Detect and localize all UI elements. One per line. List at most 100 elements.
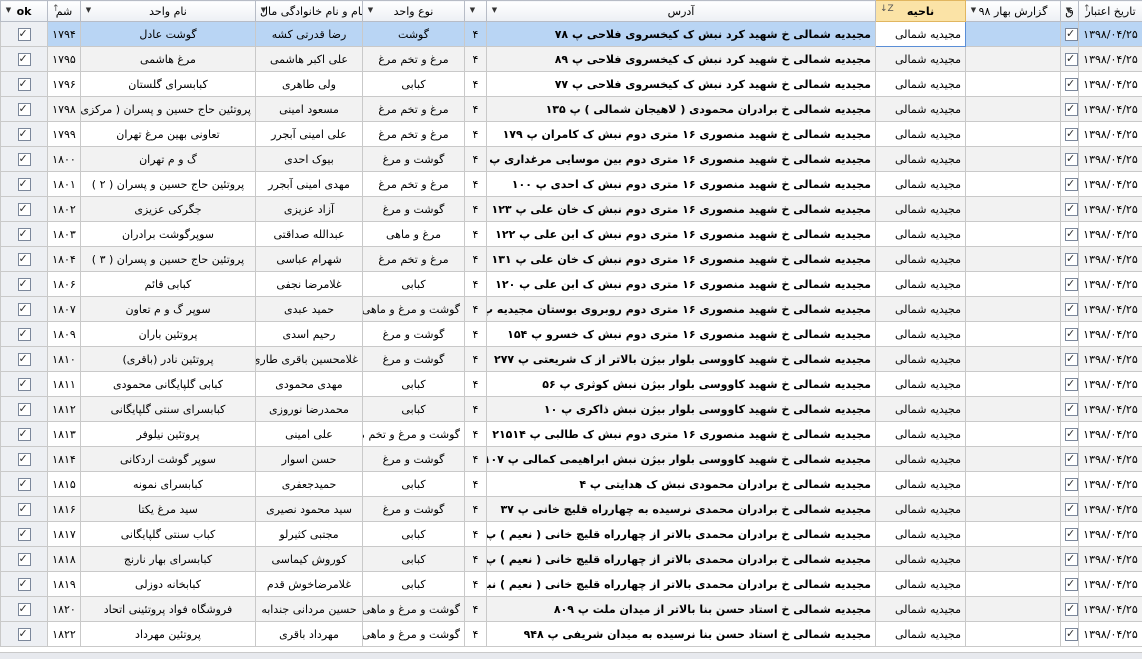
- column-header-address[interactable]: ▼ آدرس: [486, 0, 876, 22]
- checkbox-checked-icon[interactable]: [17, 127, 31, 141]
- type-cell[interactable]: مرغ و تخم مرغ: [362, 96, 465, 122]
- q-cell[interactable]: [1060, 496, 1079, 522]
- owner-cell[interactable]: بیوک احدی: [255, 146, 363, 172]
- nahie-cell[interactable]: مجیدیه شمالی: [875, 121, 966, 147]
- table-row[interactable]: ۱۷۹۴گوشت عادلرضا قدرتی کشهگوشت۴مجیدیه شم…: [0, 21, 1142, 47]
- date-cell[interactable]: ۱۳۹۸/۰۴/۲۵: [1078, 596, 1142, 622]
- q-cell[interactable]: [1060, 596, 1079, 622]
- date-cell[interactable]: ۱۳۹۸/۰۴/۲۵: [1078, 246, 1142, 272]
- id-cell[interactable]: ۱۸۱۱: [47, 371, 81, 397]
- chevron-down-icon[interactable]: ▼: [1064, 5, 1073, 16]
- address-cell[interactable]: مجیدیه شمالی خ شهید منصوری ۱۶ متری دوم ن…: [486, 421, 876, 447]
- count-cell[interactable]: ۴: [464, 271, 487, 297]
- address-cell[interactable]: مجیدیه شمالی خ شهید منصوری ۱۶ متری دوم ن…: [486, 271, 876, 297]
- count-cell[interactable]: ۴: [464, 371, 487, 397]
- unit-name-cell[interactable]: کبابسرای سنتی گلپایگانی: [80, 396, 256, 422]
- unit-name-cell[interactable]: گوشت عادل: [80, 21, 256, 47]
- table-row[interactable]: ۱۸۰۳سوپرگوشت برادرانعبدالله صداقتیمرغ و …: [0, 221, 1142, 247]
- nahie-cell[interactable]: مجیدیه شمالی: [875, 321, 966, 347]
- address-cell[interactable]: مجیدیه شمالی خ برادران محمدی بالاتر از چ…: [486, 521, 876, 547]
- id-cell[interactable]: ۱۸۲۲: [47, 621, 81, 647]
- address-cell[interactable]: مجیدیه شمالی خ شهید کاووسی بلوار بیژن نب…: [486, 446, 876, 472]
- address-cell[interactable]: مجیدیه شمالی خ شهید منصوری ۱۶ متری دوم ن…: [486, 196, 876, 222]
- table-row[interactable]: ۱۸۱۴سوپر گوشت اردکانیحسن اسوارگوشت و مرغ…: [0, 446, 1142, 472]
- checkbox-checked-icon[interactable]: [1065, 227, 1078, 241]
- type-cell[interactable]: گوشت و مرغ: [362, 146, 465, 172]
- type-cell[interactable]: مرغ و تخم مرغ: [362, 171, 465, 197]
- table-row[interactable]: ۱۸۱۹کبابخانه دوزلیغلامرضاخوش قدمکبابی۴مج…: [0, 571, 1142, 597]
- date-cell[interactable]: ۱۳۹۸/۰۴/۲۵: [1078, 196, 1142, 222]
- checkbox-checked-icon[interactable]: [17, 27, 31, 41]
- date-cell[interactable]: ۱۳۹۸/۰۴/۲۵: [1078, 571, 1142, 597]
- checkbox-checked-icon[interactable]: [17, 377, 31, 391]
- date-cell[interactable]: ۱۳۹۸/۰۴/۲۵: [1078, 121, 1142, 147]
- owner-cell[interactable]: آزاد عزیزی: [255, 196, 363, 222]
- table-row[interactable]: ۱۸۱۶سید مرغ یکتاسید محمود نصیریگوشت و مر…: [0, 496, 1142, 522]
- unit-name-cell[interactable]: کبابخانه دوزلی: [80, 571, 256, 597]
- checkbox-checked-icon[interactable]: [1065, 552, 1078, 566]
- checkbox-checked-icon[interactable]: [1065, 102, 1078, 116]
- address-cell[interactable]: مجیدیه شمالی خ برادران محمدی بالاتر از چ…: [486, 571, 876, 597]
- count-cell[interactable]: ۴: [464, 571, 487, 597]
- id-cell[interactable]: ۱۷۹۴: [47, 21, 81, 47]
- nahie-cell[interactable]: مجیدیه شمالی: [875, 446, 966, 472]
- ok-cell[interactable]: [0, 546, 48, 572]
- nahie-cell[interactable]: مجیدیه شمالی: [875, 246, 966, 272]
- count-cell[interactable]: ۴: [464, 171, 487, 197]
- id-cell[interactable]: ۱۷۹۹: [47, 121, 81, 147]
- report-cell[interactable]: [965, 621, 1061, 647]
- report-cell[interactable]: [965, 471, 1061, 497]
- ok-cell[interactable]: [0, 421, 48, 447]
- checkbox-checked-icon[interactable]: [1065, 502, 1078, 516]
- unit-name-cell[interactable]: کباب سنتی گلپایگانی: [80, 521, 256, 547]
- table-row[interactable]: ۱۸۰۶کبابی قائمغلامرضا نجفیکبابی۴مجیدیه ش…: [0, 271, 1142, 297]
- checkbox-checked-icon[interactable]: [17, 52, 31, 66]
- ok-cell[interactable]: [0, 596, 48, 622]
- date-cell[interactable]: ۱۳۹۸/۰۴/۲۵: [1078, 96, 1142, 122]
- ok-cell[interactable]: [0, 196, 48, 222]
- address-cell[interactable]: مجیدیه شمالی خ شهید منصوری ۱۶ متری دوم ن…: [486, 171, 876, 197]
- report-cell[interactable]: [965, 521, 1061, 547]
- id-cell[interactable]: ۱۸۱۵: [47, 471, 81, 497]
- type-cell[interactable]: گوشت و مرغ و ماهی: [362, 621, 465, 647]
- owner-cell[interactable]: مهدی محمودی: [255, 371, 363, 397]
- table-row[interactable]: ۱۷۹۶کبابسرای گلستانولی طاهریکبابی۴مجیدیه…: [0, 71, 1142, 97]
- count-cell[interactable]: ۴: [464, 421, 487, 447]
- unit-name-cell[interactable]: مرغ هاشمی: [80, 46, 256, 72]
- type-cell[interactable]: کبابی: [362, 471, 465, 497]
- type-cell[interactable]: مرغ و تخم مرغ: [362, 121, 465, 147]
- column-header-report[interactable]: ▼ گزارش بهار ۹۸: [965, 0, 1061, 22]
- owner-cell[interactable]: سید محمود نصیری: [255, 496, 363, 522]
- address-cell[interactable]: مجیدیه شمالی خ شهید منصوری ۱۶ متری دوم ن…: [486, 246, 876, 272]
- q-cell[interactable]: [1060, 271, 1079, 297]
- type-cell[interactable]: گوشت و مرغ و ماهی: [362, 596, 465, 622]
- q-cell[interactable]: [1060, 546, 1079, 572]
- q-cell[interactable]: [1060, 421, 1079, 447]
- ok-cell[interactable]: [0, 221, 48, 247]
- nahie-cell[interactable]: مجیدیه شمالی: [875, 596, 966, 622]
- checkbox-checked-icon[interactable]: [1065, 452, 1078, 466]
- date-cell[interactable]: ۱۳۹۸/۰۴/۲۵: [1078, 371, 1142, 397]
- count-cell[interactable]: ۴: [464, 96, 487, 122]
- report-cell[interactable]: [965, 296, 1061, 322]
- report-cell[interactable]: [965, 371, 1061, 397]
- q-cell[interactable]: [1060, 21, 1079, 47]
- date-cell[interactable]: ۱۳۹۸/۰۴/۲۵: [1078, 221, 1142, 247]
- count-cell[interactable]: ۴: [464, 521, 487, 547]
- chevron-down-icon[interactable]: ▼: [468, 5, 477, 16]
- address-cell[interactable]: مجیدیه شمالی خ شهید کرد نبش ک کیخسروی فل…: [486, 46, 876, 72]
- owner-cell[interactable]: مجتبی کثیرلو: [255, 521, 363, 547]
- id-cell[interactable]: ۱۸۰۶: [47, 271, 81, 297]
- owner-cell[interactable]: مسعود امینی: [255, 96, 363, 122]
- id-cell[interactable]: ۱۸۱۷: [47, 521, 81, 547]
- unit-name-cell[interactable]: پروتئین حاج حسین و پسران ( ۲ ): [80, 171, 256, 197]
- id-cell[interactable]: ۱۸۰۰: [47, 146, 81, 172]
- checkbox-checked-icon[interactable]: [1065, 627, 1078, 641]
- table-row[interactable]: ۱۸۲۲پروتئین مهردادمهرداد باقریگوشت و مرغ…: [0, 621, 1142, 647]
- type-cell[interactable]: گوشت و مرغ: [362, 496, 465, 522]
- address-cell[interactable]: مجیدیه شمالی خ شهید کاووسی بلوار بیژن نب…: [486, 396, 876, 422]
- address-cell[interactable]: مجیدیه شمالی خ شهید کاووسی بلوار بیژن نب…: [486, 371, 876, 397]
- address-cell[interactable]: مجیدیه شمالی خ استاد حسن بنا نرسیده به م…: [486, 621, 876, 647]
- ok-cell[interactable]: [0, 521, 48, 547]
- q-cell[interactable]: [1060, 296, 1079, 322]
